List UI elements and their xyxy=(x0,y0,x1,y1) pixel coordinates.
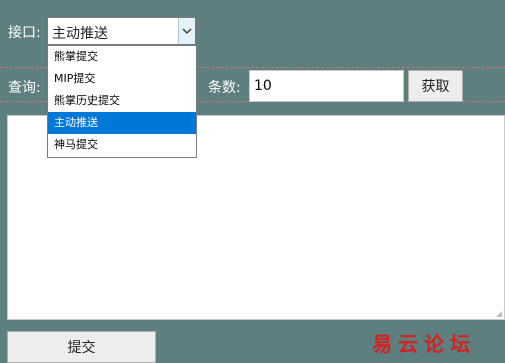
interface-label: 接口: xyxy=(8,25,41,41)
resize-grip-icon[interactable] xyxy=(496,311,502,317)
dropdown-option-selected[interactable]: 主动推送 xyxy=(48,112,196,134)
interface-dropdown-list[interactable]: 熊掌提交 MIP提交 熊掌历史提交 主动推送 神马提交 xyxy=(47,45,197,158)
chevron-down-icon[interactable] xyxy=(178,18,195,44)
dropdown-option[interactable]: MIP提交 xyxy=(48,68,196,90)
interface-select-value: 主动推送 xyxy=(52,26,108,42)
count-input-value: 10 xyxy=(254,78,272,94)
interface-select[interactable]: 主动推送 xyxy=(47,17,196,45)
watermark-logo: 易云论坛 xyxy=(372,332,476,356)
fetch-button[interactable]: 获取 xyxy=(408,70,463,102)
count-label: 条数: xyxy=(208,80,241,96)
submit-button[interactable]: 提交 xyxy=(7,331,156,363)
query-label: 查询: xyxy=(8,80,41,96)
dropdown-option[interactable]: 神马提交 xyxy=(48,134,196,156)
dropdown-option[interactable]: 熊掌提交 xyxy=(48,46,196,68)
dropdown-option[interactable]: 熊掌历史提交 xyxy=(48,90,196,112)
count-input[interactable]: 10 xyxy=(249,70,404,102)
